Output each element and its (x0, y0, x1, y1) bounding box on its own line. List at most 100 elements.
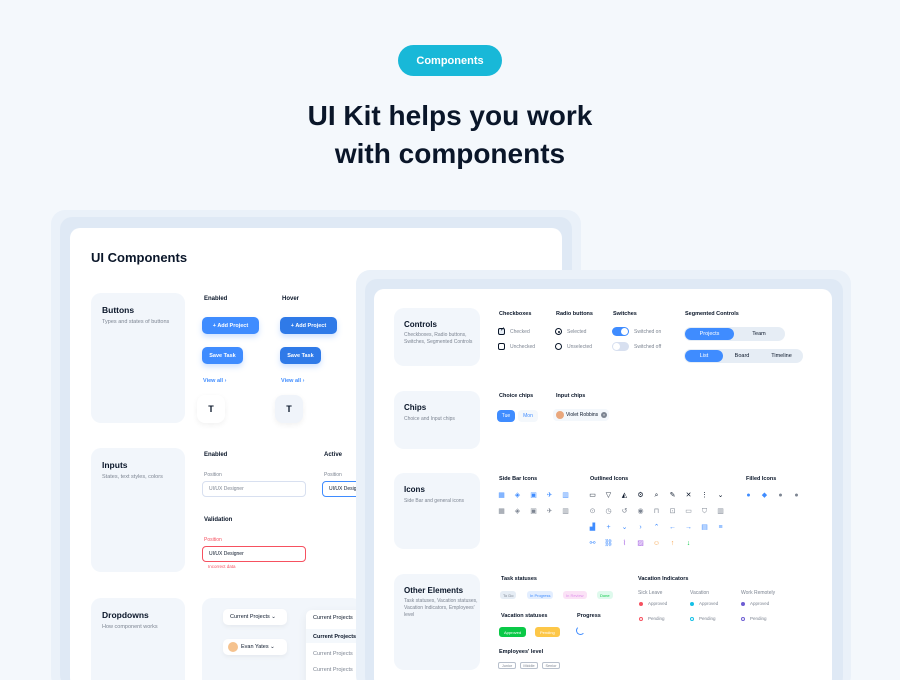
clock-icon: ◷ (605, 508, 612, 515)
switch-on[interactable] (612, 327, 629, 336)
filter-icon: ▽ (605, 492, 612, 499)
vacation-approved-label: Approved (699, 601, 719, 606)
buttons-card-desc: Types and states of buttons (102, 319, 170, 325)
sick-pending-label: Pending (648, 616, 665, 621)
segmented-control-views: List Board Timeline (684, 349, 803, 363)
view-all-link-hover[interactable]: View all › (281, 378, 304, 384)
info-filled-icon: ● (746, 492, 751, 499)
inputs-card-title: Inputs (102, 460, 128, 470)
view-all-link[interactable]: View all › (203, 378, 226, 384)
radio-buttons-label: Radio buttons (556, 311, 593, 317)
icon-button[interactable]: T (197, 395, 225, 423)
icons-card-desc: Side Bar and general icons (404, 498, 465, 504)
close-icon[interactable]: × (601, 412, 607, 418)
icons-card-title: Icons (404, 485, 425, 494)
dropdown-option-selected[interactable]: Current Projects (313, 634, 356, 640)
unchecked-label: Unchecked (510, 344, 536, 350)
check-icon: ✓ (500, 327, 506, 333)
chat-filled-icon: ◆ (761, 492, 768, 499)
save-task-button-hover[interactable]: Save Task (280, 347, 321, 364)
more-icon: ⋮ (701, 492, 708, 499)
components-pill[interactable]: Components (398, 45, 502, 76)
error-message: Incorrect data (208, 564, 236, 569)
validation-label: Validation (204, 517, 233, 523)
user-dropdown[interactable]: Evan Yates ⌄ (223, 639, 287, 655)
buttons-hover-label: Hover (282, 296, 300, 302)
position-input[interactable]: UI/UX Designer (202, 481, 306, 497)
switch-off[interactable] (612, 342, 629, 351)
work-remotely-label: Work Remotely (741, 590, 776, 596)
position-label: Position (204, 472, 222, 478)
chevron-down-small-icon: ⌄ (621, 524, 628, 531)
card-icon: ▭ (685, 508, 692, 515)
choice-chip-mon[interactable]: Mon (518, 410, 538, 422)
plus-icon: + (606, 524, 611, 531)
status-badge-in-progress: In Progress (527, 591, 554, 599)
search-icon: ⌕ (654, 492, 659, 499)
segment-team[interactable]: Team (734, 328, 784, 340)
position-input-error[interactable]: UI/UX Designer (202, 546, 306, 562)
add-project-button[interactable]: + Add Project (202, 317, 259, 334)
user-dropdown-label: Evan Yates ⌄ (241, 644, 275, 650)
remote-pending-label: Pending (750, 616, 767, 621)
radio-selected[interactable] (555, 328, 562, 335)
block-filled-icon: ● (778, 492, 783, 499)
input-chip-label: Violet Robbins (566, 412, 599, 418)
task-statuses-label: Task statuses (501, 576, 537, 582)
segment-board[interactable]: Board (723, 350, 761, 362)
layers-icon-inactive: ◈ (514, 508, 521, 515)
unselected-label: Unselected (567, 344, 593, 350)
page-headline: UI Kit helps you work with components (0, 97, 900, 173)
dropdown-option[interactable]: Current Projects (313, 615, 353, 621)
status-badge-todo: To Do (500, 591, 517, 599)
buttons-enabled-label: Enabled (204, 296, 228, 302)
other-elements-card: Other Elements Task statuses, Vacation s… (394, 574, 480, 670)
segment-list[interactable]: List (685, 350, 723, 362)
image-icon: ▨ (637, 540, 644, 547)
eye-icon: ◉ (637, 508, 644, 515)
add-project-button-hover[interactable]: + Add Project (280, 317, 337, 334)
radio-unselected[interactable] (555, 343, 562, 350)
dropdown-option[interactable]: Current Projects (313, 651, 353, 657)
calendar-outline-icon: ▭ (589, 492, 596, 499)
filled-icons-label: Filled Icons (746, 476, 777, 482)
sick-approved-label: Approved (648, 601, 668, 606)
lock-icon: ⊓ (653, 508, 660, 515)
avatar (556, 411, 564, 419)
input-chip[interactable]: Violet Robbins × (553, 409, 609, 421)
outlined-icons-label: Outlined Icons (590, 476, 629, 482)
link-icon: ⛓ (604, 540, 613, 547)
vacation-approved-dot (690, 602, 694, 606)
choice-chips-label: Choice chips (499, 393, 534, 399)
buttons-card: Buttons Types and states of buttons (91, 293, 185, 423)
checkboxes-label: Checkboxes (499, 311, 532, 317)
arrow-up-icon: ↑ (670, 540, 675, 547)
position-label-error: Position (204, 537, 222, 543)
history-icon: ↺ (621, 508, 628, 515)
save-task-button[interactable]: Save Task (202, 347, 243, 364)
input-chips-label: Input chips (556, 393, 586, 399)
dropdown-option[interactable]: Current Projects (313, 667, 353, 673)
inputs-card: Inputs States, text styles, colors (91, 448, 185, 572)
dashboard-icon-inactive: ▦ (498, 508, 505, 515)
level-middle: Middle (520, 662, 538, 669)
segment-projects[interactable]: Projects (685, 328, 734, 340)
link-group-icon: ⚯ (589, 540, 596, 547)
icon-button-hover[interactable]: T (275, 395, 303, 423)
calendar-icon: ▣ (530, 492, 537, 499)
gear-icon: ⚙ (637, 492, 644, 499)
remote-approved-dot (741, 602, 745, 606)
dropdowns-card: Dropdowns How component works (91, 598, 185, 680)
other-elements-card-desc: Task statuses, Vacation statuses, Vacati… (404, 598, 478, 618)
current-projects-dropdown[interactable]: Current Projects ⌄ (223, 609, 287, 625)
checkbox-unchecked[interactable] (498, 343, 505, 350)
remote-approved-label: Approved (750, 601, 770, 606)
choice-chip-tue[interactable]: Tue (497, 410, 515, 422)
segment-timeline[interactable]: Timeline (761, 350, 802, 362)
headline-line-2: with components (334, 138, 566, 169)
switched-off-label: Switched off (634, 344, 662, 350)
other-elements-card-title: Other Elements (404, 586, 464, 595)
text-format-icon: T (208, 404, 214, 414)
chevron-right-icon: › (639, 524, 642, 531)
icons-card: Icons Side Bar and general icons (394, 473, 480, 549)
